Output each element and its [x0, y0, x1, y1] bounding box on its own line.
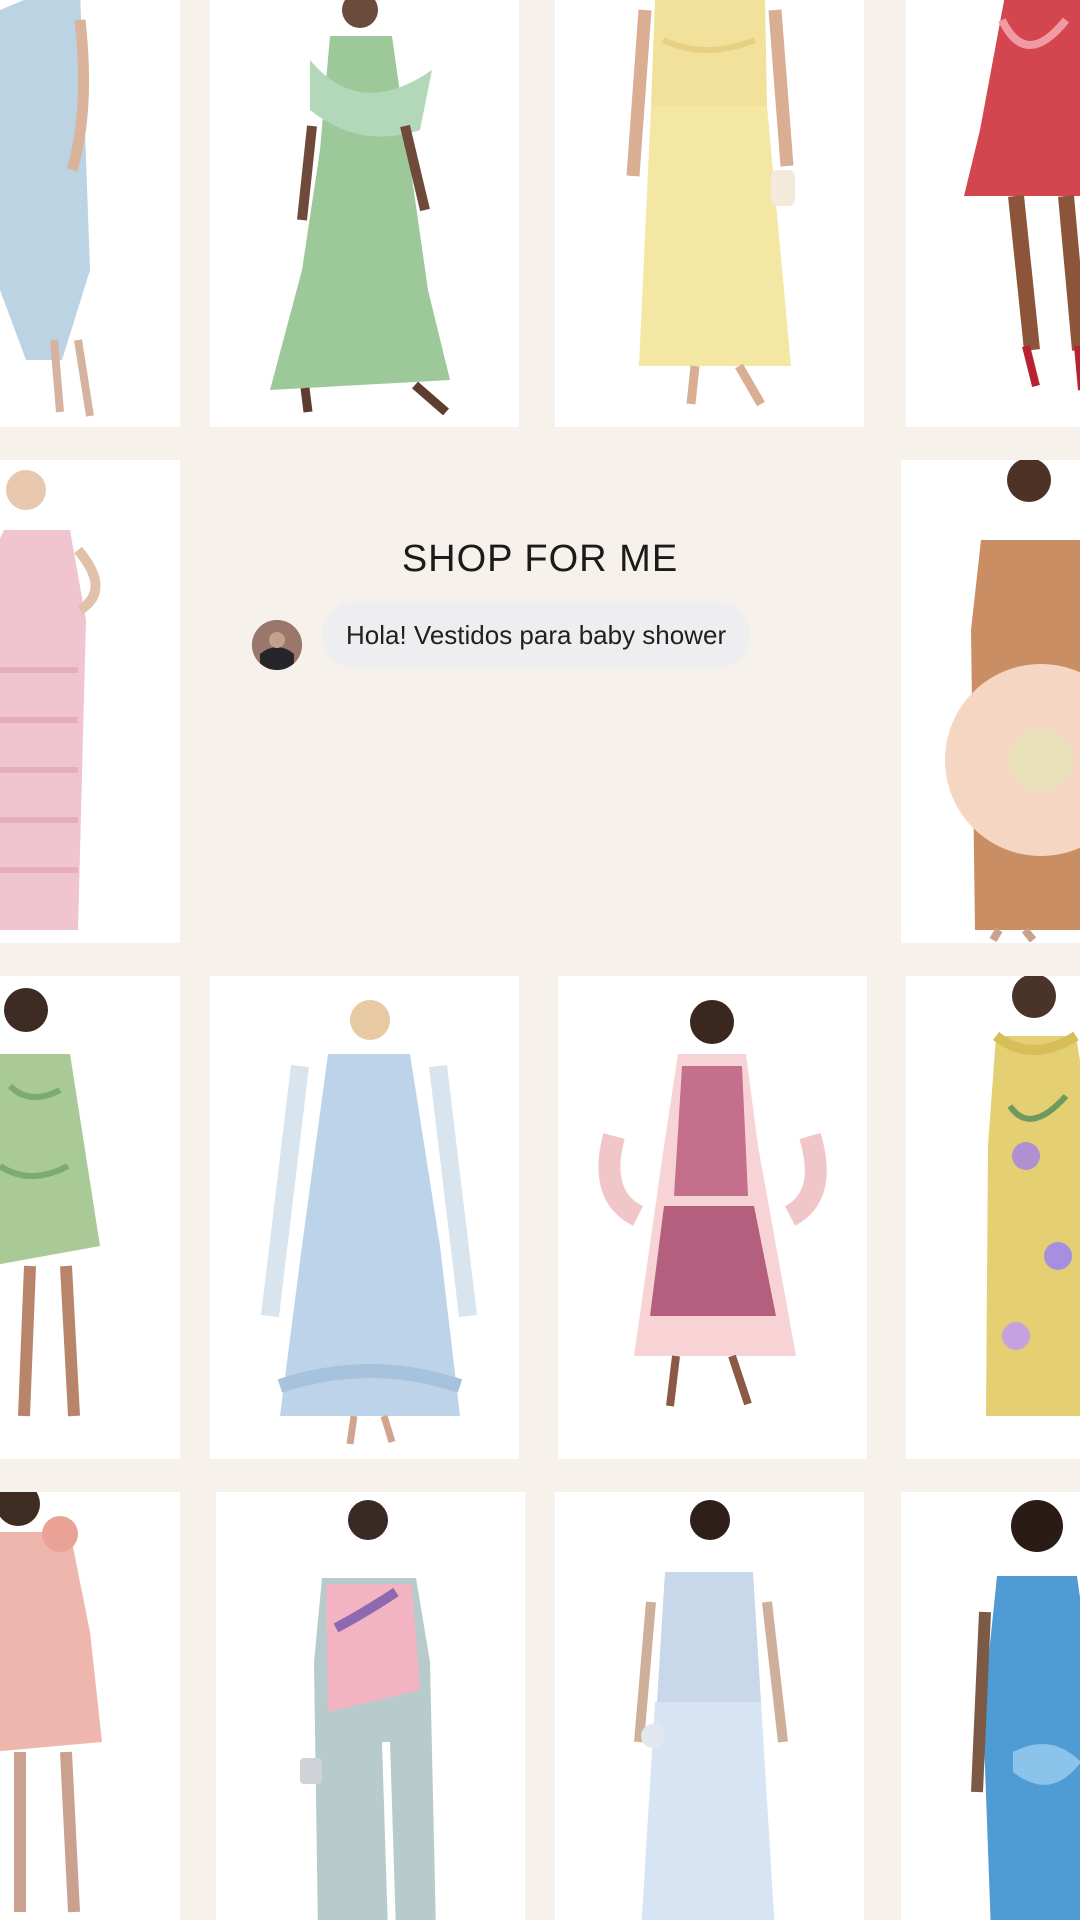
product-card[interactable] — [0, 1492, 180, 1920]
product-image — [210, 0, 519, 427]
product-card[interactable] — [906, 0, 1080, 427]
product-image — [906, 976, 1080, 1459]
product-card[interactable] — [210, 0, 519, 427]
product-image — [555, 0, 864, 427]
product-image — [906, 0, 1080, 427]
product-card[interactable] — [901, 1492, 1080, 1920]
shop-for-me-screen: SHOP FOR ME Hola! Vestidos para baby sho… — [0, 0, 1080, 1920]
product-image — [555, 1492, 864, 1920]
product-image — [216, 1492, 525, 1920]
product-image — [0, 1492, 180, 1920]
product-card[interactable] — [901, 460, 1080, 943]
product-card[interactable] — [0, 976, 180, 1459]
product-image — [901, 460, 1080, 943]
product-card[interactable] — [555, 1492, 864, 1920]
product-card[interactable] — [0, 460, 180, 943]
product-card[interactable] — [210, 976, 519, 1459]
product-image — [0, 976, 180, 1459]
product-image — [558, 976, 867, 1459]
product-image — [901, 1492, 1080, 1920]
chat-message-bubble[interactable]: Hola! Vestidos para baby shower — [322, 601, 751, 669]
avatar[interactable] — [252, 620, 302, 670]
product-card[interactable] — [0, 0, 180, 427]
page-title: SHOP FOR ME — [401, 538, 679, 580]
product-card[interactable] — [906, 976, 1080, 1459]
product-card[interactable] — [558, 976, 867, 1459]
avatar-image — [252, 620, 302, 670]
product-image — [210, 976, 519, 1459]
product-card[interactable] — [555, 0, 864, 427]
product-image — [0, 460, 180, 943]
product-card[interactable] — [216, 1492, 525, 1920]
product-image — [0, 0, 180, 427]
hero-panel: SHOP FOR ME Hola! Vestidos para baby sho… — [180, 460, 900, 940]
